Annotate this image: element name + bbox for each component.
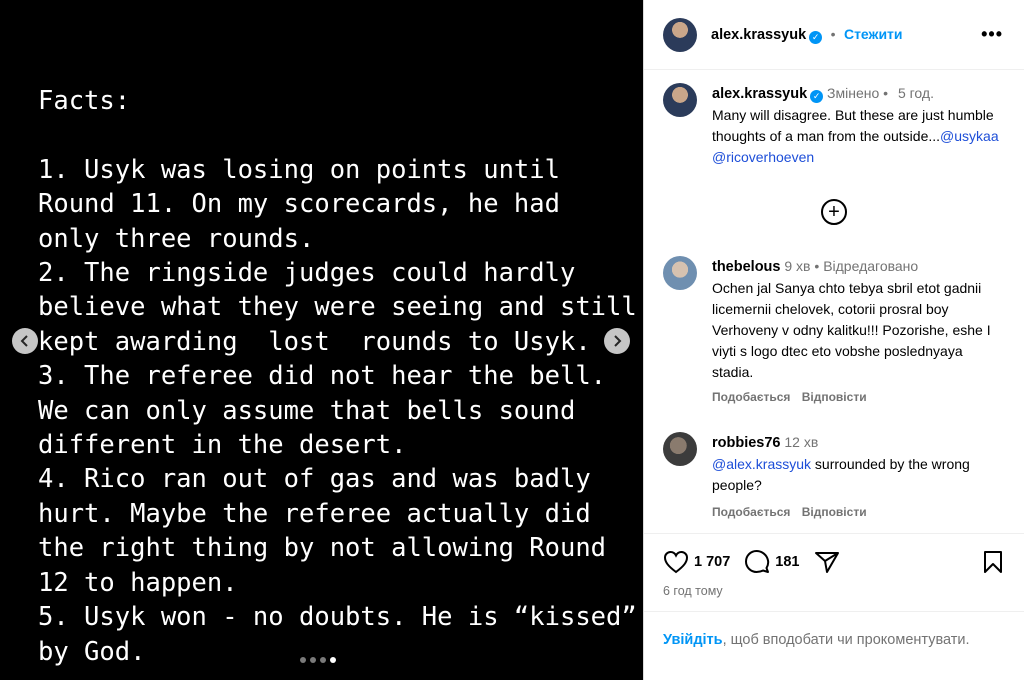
- load-more-comments-icon[interactable]: +: [821, 199, 847, 225]
- login-prompt: Увійдіть, щоб вподобати чи прокоментуват…: [663, 629, 993, 651]
- divider: [644, 611, 1024, 612]
- heart-icon[interactable]: [663, 550, 689, 574]
- carousel-dot: [320, 657, 326, 663]
- mention-link[interactable]: @usykaa: [940, 128, 999, 144]
- like-comment-button[interactable]: Подобається: [712, 390, 790, 404]
- comments-count[interactable]: 181: [775, 554, 799, 570]
- carousel-dot: [300, 657, 306, 663]
- chevron-right-icon: [614, 335, 622, 347]
- comment-icon[interactable]: [744, 549, 770, 575]
- comment-username[interactable]: robbies76: [712, 435, 781, 451]
- login-prompt-text: , щоб вподобати чи прокоментувати.: [722, 632, 970, 648]
- previous-slide-button[interactable]: [12, 328, 38, 354]
- post-media: Facts: 1. Usyk was losing on points unti…: [0, 0, 643, 680]
- chevron-left-icon: [20, 335, 28, 347]
- header-user: alex.krassyuk ✓ • Стежити: [711, 26, 903, 44]
- caption-username[interactable]: alex.krassyuk: [712, 86, 807, 102]
- more-options-icon[interactable]: •••: [981, 24, 1003, 45]
- post-header: alex.krassyuk ✓ • Стежити •••: [644, 0, 1024, 70]
- save-bookmark-icon[interactable]: [982, 550, 1004, 574]
- comment-item: thebelous 9 хв • Відредаговано Ochen jal…: [663, 256, 1013, 383]
- post-timestamp: 6 год тому: [663, 584, 723, 598]
- login-link[interactable]: Увійдіть: [663, 632, 723, 648]
- carousel-indicator: [300, 657, 336, 663]
- comment-body: robbies76 12 хв @alex.krassyuk surrounde…: [712, 432, 1007, 496]
- comment-item: robbies76 12 хв @alex.krassyuk surrounde…: [663, 432, 1013, 496]
- caption-edited: Змінено: [827, 85, 880, 101]
- divider: [644, 533, 1024, 534]
- header-separator: •: [830, 25, 836, 42]
- verified-badge-icon: ✓: [810, 90, 824, 103]
- comment-actions: Подобається Відповісти: [712, 505, 867, 519]
- comment-separator: •: [814, 258, 820, 274]
- next-slide-button[interactable]: [604, 328, 630, 354]
- author-username[interactable]: alex.krassyuk: [711, 27, 806, 43]
- post-sidebar: alex.krassyuk ✓ • Стежити ••• alex.krassy…: [643, 0, 1024, 680]
- likes-count[interactable]: 1 707: [694, 554, 730, 570]
- mention-link[interactable]: @alex.krassyuk: [712, 456, 811, 472]
- comment-time: 9 хв: [784, 258, 811, 274]
- post-caption: alex.krassyuk ✓ Змінено • 5 год. Many wil…: [663, 83, 1013, 168]
- commenter-avatar[interactable]: [663, 256, 697, 290]
- author-avatar[interactable]: [663, 17, 697, 52]
- comment-username[interactable]: thebelous: [712, 259, 780, 275]
- commenter-avatar[interactable]: [663, 432, 697, 466]
- reply-button[interactable]: Відповісти: [802, 390, 867, 404]
- caption-separator: •: [883, 85, 889, 101]
- like-comment-button[interactable]: Подобається: [712, 505, 790, 519]
- comment-time: 12 хв: [784, 434, 819, 450]
- carousel-dot-active: [330, 657, 336, 663]
- post-image-text: Facts: 1. Usyk was losing on points unti…: [38, 86, 637, 667]
- share-icon[interactable]: [814, 550, 840, 574]
- caption-time: 5 год.: [897, 85, 934, 101]
- caption-avatar[interactable]: [663, 83, 697, 117]
- comment-body: thebelous 9 хв • Відредаговано Ochen jal…: [712, 256, 1007, 383]
- mention-link[interactable]: @ricoverhoeven: [712, 149, 814, 165]
- caption-body: alex.krassyuk ✓ Змінено • 5 год. Many wil…: [712, 83, 1007, 168]
- comment-actions: Подобається Відповісти: [712, 390, 867, 404]
- comment-edited: Відредаговано: [823, 258, 919, 274]
- verified-badge-icon: ✓: [809, 30, 823, 44]
- follow-button[interactable]: Стежити: [844, 26, 903, 42]
- carousel-dot: [310, 657, 316, 663]
- post-actions: 1 707 181: [663, 549, 840, 575]
- comment-text: Ochen jal Sanya chto tebya sbril etot ga…: [712, 280, 991, 380]
- reply-button[interactable]: Відповісти: [802, 505, 867, 519]
